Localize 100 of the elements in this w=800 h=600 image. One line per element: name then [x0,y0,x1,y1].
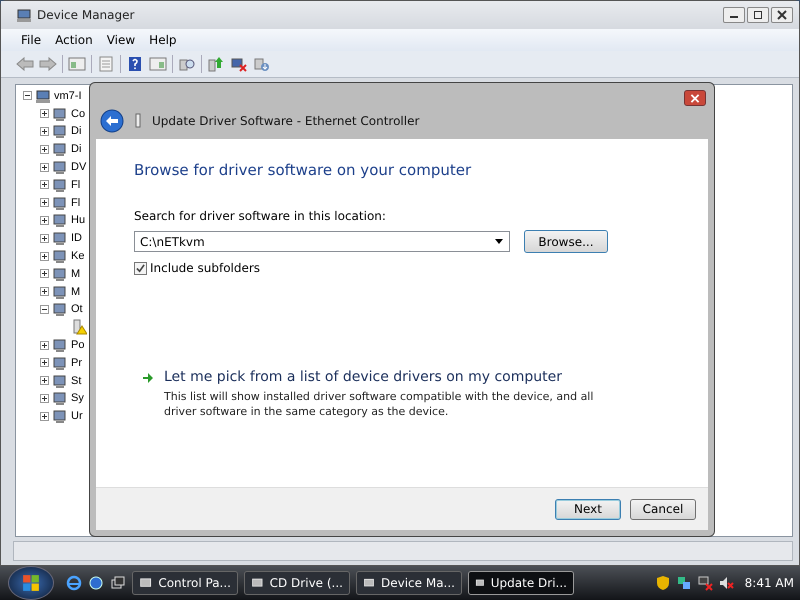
device-icon [52,301,68,318]
expand-toggle[interactable] [40,144,49,154]
device-icon [52,159,68,176]
device-icon [52,212,68,228]
tree-item[interactable]: Hu [71,214,86,226]
collapse-toggle[interactable] [23,91,32,100]
tree-item[interactable]: vm7-I [54,90,82,102]
computer-icon [35,88,51,104]
expand-toggle[interactable] [40,180,49,190]
expand-toggle[interactable] [40,162,49,172]
pane-icon[interactable] [149,56,167,72]
forward-arrow-icon[interactable] [39,56,57,72]
clock[interactable]: 8:41 AM [744,576,794,590]
menu-item[interactable]: Help [144,33,182,47]
minimize-button[interactable] [723,7,745,23]
tree-item[interactable]: Ke [71,250,84,262]
expand-toggle[interactable] [40,216,49,225]
expand-toggle[interactable] [40,412,49,421]
menu-item[interactable]: View [102,33,140,47]
dialog-title: Update Driver Software - Ethernet Controller [152,114,420,128]
expand-toggle[interactable] [40,340,49,350]
menu-item[interactable]: Action [50,33,98,47]
expand-toggle[interactable] [40,376,49,386]
tree-item[interactable]: Po [71,339,84,352]
taskbar-button[interactable]: CD Drive (... [244,571,350,595]
tree-item[interactable]: Fl [71,178,80,191]
tree-item[interactable]: ID [71,232,82,244]
tree-item[interactable]: Co [71,108,86,120]
disable-icon[interactable] [230,56,248,72]
device-icon [52,106,68,122]
pane-icon[interactable] [68,56,86,72]
close-button[interactable] [684,90,706,106]
device-icon [52,372,68,389]
browser-icon[interactable] [66,575,82,591]
next-button[interactable]: Next [555,498,621,520]
tree-item[interactable]: Ur [71,410,83,422]
device-icon [52,284,68,300]
dialog-heading: Browse for driver software on your computer [134,161,472,179]
expand-toggle[interactable] [40,234,49,243]
help-icon[interactable] [126,56,144,72]
taskbar-button[interactable]: Update Dri... [468,571,574,595]
shield-icon[interactable] [654,575,671,591]
cancel-button[interactable]: Cancel [630,498,696,520]
expand-toggle[interactable] [40,358,49,368]
close-button[interactable] [771,7,793,23]
uninstall-icon[interactable] [253,56,271,72]
device-icon [52,354,68,371]
close-icon [777,10,787,20]
tree-item[interactable]: M [71,268,80,280]
device-icon [52,123,68,140]
device-icon [134,113,142,129]
menu-item[interactable]: File [16,33,46,47]
device-icon [52,248,68,264]
option-link[interactable]: Let me pick from a list of device drivers on my computer [164,369,619,385]
expand-toggle[interactable] [40,269,49,278]
device-icon [52,337,68,354]
desktop-icon[interactable] [110,575,126,591]
checkbox-label[interactable]: Include subfolders [150,261,260,275]
device-icon [52,266,68,282]
tree-item[interactable]: Sy [71,392,84,404]
device-icon [52,194,68,211]
maximize-icon [753,10,763,20]
arrow-icon [142,372,154,384]
expand-toggle[interactable] [40,252,49,261]
caret-icon[interactable] [495,239,503,244]
expand-toggle[interactable] [40,304,49,314]
back-button[interactable] [100,109,124,133]
tree-item[interactable]: Di [71,143,82,156]
device-icon [52,408,68,424]
taskbar-button[interactable]: Control Pa... [132,571,238,595]
expand-toggle[interactable] [40,126,49,136]
tree-item[interactable]: St [71,374,82,387]
location-combo-box[interactable]: C:\nETkvm [134,231,510,252]
expand-toggle[interactable] [40,394,49,403]
device-warning-icon[interactable] [71,319,87,336]
tree-item[interactable]: DV [71,161,86,174]
expand-toggle[interactable] [40,109,49,118]
field-label: Search for driver software in this location: [134,209,387,223]
close-icon [690,94,700,102]
back-arrow-icon[interactable] [16,56,34,72]
expand-toggle[interactable] [40,287,49,296]
tree-item[interactable]: M [71,286,80,298]
device-icon [52,141,68,158]
muted-speaker-icon[interactable] [718,575,734,591]
properties-icon[interactable] [97,56,115,72]
maximize-button[interactable] [747,7,769,23]
device-icon [52,390,68,406]
tree-item[interactable]: Pr [71,356,82,369]
tree-item[interactable]: Ot [71,303,83,316]
checkbox[interactable] [134,262,147,274]
taskbar-button[interactable]: Device Ma... [356,571,462,595]
windows-flag-icon [22,574,40,592]
device-icon [52,176,68,193]
expand-toggle[interactable] [40,198,49,208]
update-icon[interactable] [207,56,225,72]
device-icon [52,230,68,246]
start-button[interactable] [8,566,54,600]
tree-item[interactable]: Fl [71,196,80,209]
browse-button[interactable]: Browse... [524,230,608,253]
tree-item[interactable]: Di [71,125,82,138]
